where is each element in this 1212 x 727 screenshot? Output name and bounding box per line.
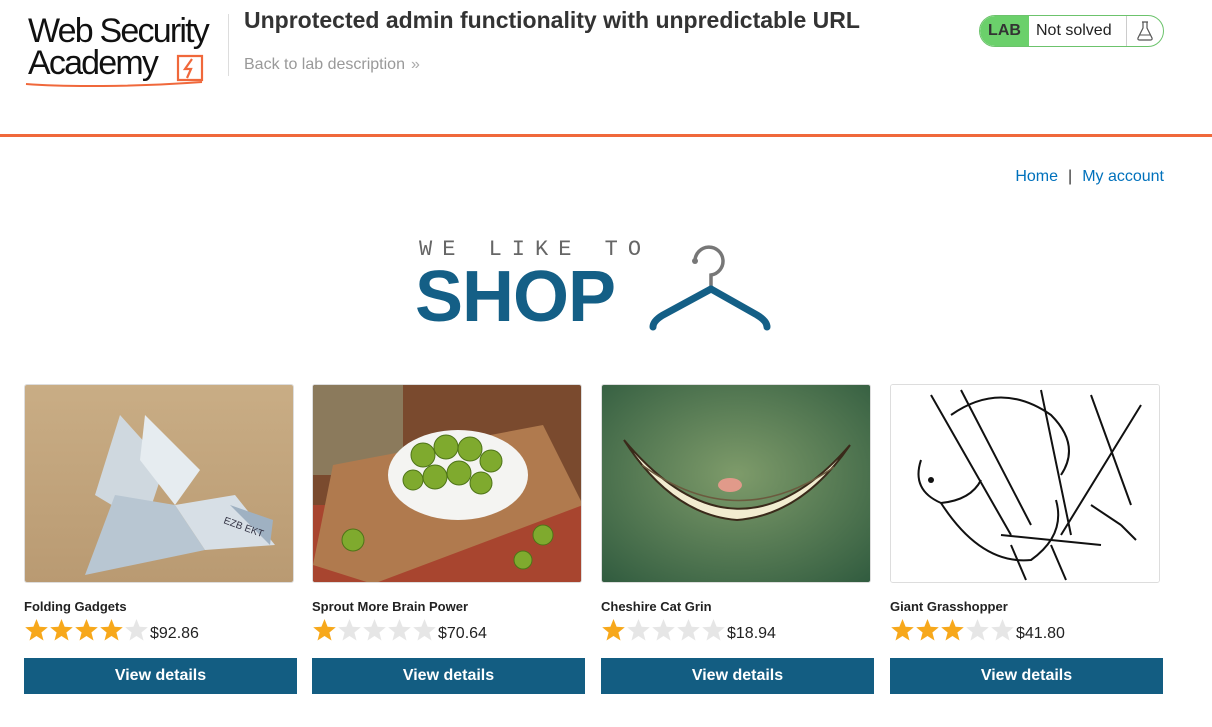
- my-account-link[interactable]: My account: [1082, 168, 1164, 185]
- banner-shop-text: SHOP: [415, 257, 616, 337]
- logo-bolt-icon: [176, 54, 204, 82]
- product-price: $18.94: [727, 625, 776, 642]
- back-link-label: Back to lab description: [244, 56, 405, 73]
- product-price: $92.86: [150, 625, 199, 642]
- back-to-lab-description-link[interactable]: Back to lab description »: [244, 56, 420, 74]
- product-name: Cheshire Cat Grin: [601, 599, 712, 614]
- product-name: Giant Grasshopper: [890, 599, 1008, 614]
- star-empty-icon: [362, 618, 387, 642]
- coat-hanger-icon: [649, 245, 771, 331]
- product-name: Folding Gadgets: [24, 599, 127, 614]
- nav-separator: |: [1068, 168, 1073, 185]
- shop-banner: WE LIKE TO SHOP: [415, 237, 775, 337]
- star-empty-icon: [676, 618, 701, 642]
- star-empty-icon: [626, 618, 651, 642]
- star-empty-icon: [124, 618, 149, 642]
- lab-title: Unprotected admin functionality with unp…: [244, 7, 860, 33]
- star-empty-icon: [965, 618, 990, 642]
- header-divider: [228, 14, 229, 76]
- academy-header: Web Security Academy Unprotected admin f…: [0, 0, 1212, 137]
- star-filled-icon: [890, 618, 915, 642]
- product-price: $70.64: [438, 625, 487, 642]
- lab-status-widget: LAB Not solved: [979, 15, 1164, 47]
- star-filled-icon: [312, 618, 337, 642]
- star-filled-icon: [915, 618, 940, 642]
- view-details-button[interactable]: View details: [601, 658, 874, 694]
- star-empty-icon: [651, 618, 676, 642]
- home-link[interactable]: Home: [1015, 168, 1058, 185]
- star-empty-icon: [387, 618, 412, 642]
- star-empty-icon: [412, 618, 437, 642]
- view-details-button[interactable]: View details: [890, 658, 1163, 694]
- flask-icon: [1127, 16, 1163, 46]
- star-filled-icon: [99, 618, 124, 642]
- top-links: Home | My account: [1015, 168, 1164, 186]
- star-empty-icon: [990, 618, 1015, 642]
- web-security-academy-logo[interactable]: Web Security Academy: [24, 12, 234, 88]
- logo-text-line2: Academy: [28, 44, 159, 82]
- star-filled-icon: [24, 618, 49, 642]
- logo-text-line1: Web Security: [28, 12, 210, 50]
- star-empty-icon: [701, 618, 726, 642]
- star-filled-icon: [74, 618, 99, 642]
- view-details-button[interactable]: View details: [312, 658, 585, 694]
- product-image-giant-grasshopper[interactable]: [890, 384, 1160, 583]
- star-filled-icon: [601, 618, 626, 642]
- double-chevron-right-icon: »: [410, 56, 420, 73]
- star-filled-icon: [49, 618, 74, 642]
- product-rating: $92.86: [24, 618, 199, 644]
- product-image-folding-gadgets[interactable]: EZB EKT: [24, 384, 294, 583]
- product-rating: $18.94: [601, 618, 776, 644]
- product-rating: $41.80: [890, 618, 1065, 644]
- lab-badge: LAB: [980, 16, 1029, 46]
- lab-status-text: Not solved: [1029, 16, 1127, 46]
- star-filled-icon: [940, 618, 965, 642]
- product-price: $41.80: [1016, 625, 1065, 642]
- product-image-sprout-more-brain-power[interactable]: [312, 384, 582, 583]
- product-rating: $70.64: [312, 618, 487, 644]
- star-empty-icon: [337, 618, 362, 642]
- product-image-cheshire-cat-grin[interactable]: [601, 384, 871, 583]
- product-name: Sprout More Brain Power: [312, 599, 469, 614]
- view-details-button[interactable]: View details: [24, 658, 297, 694]
